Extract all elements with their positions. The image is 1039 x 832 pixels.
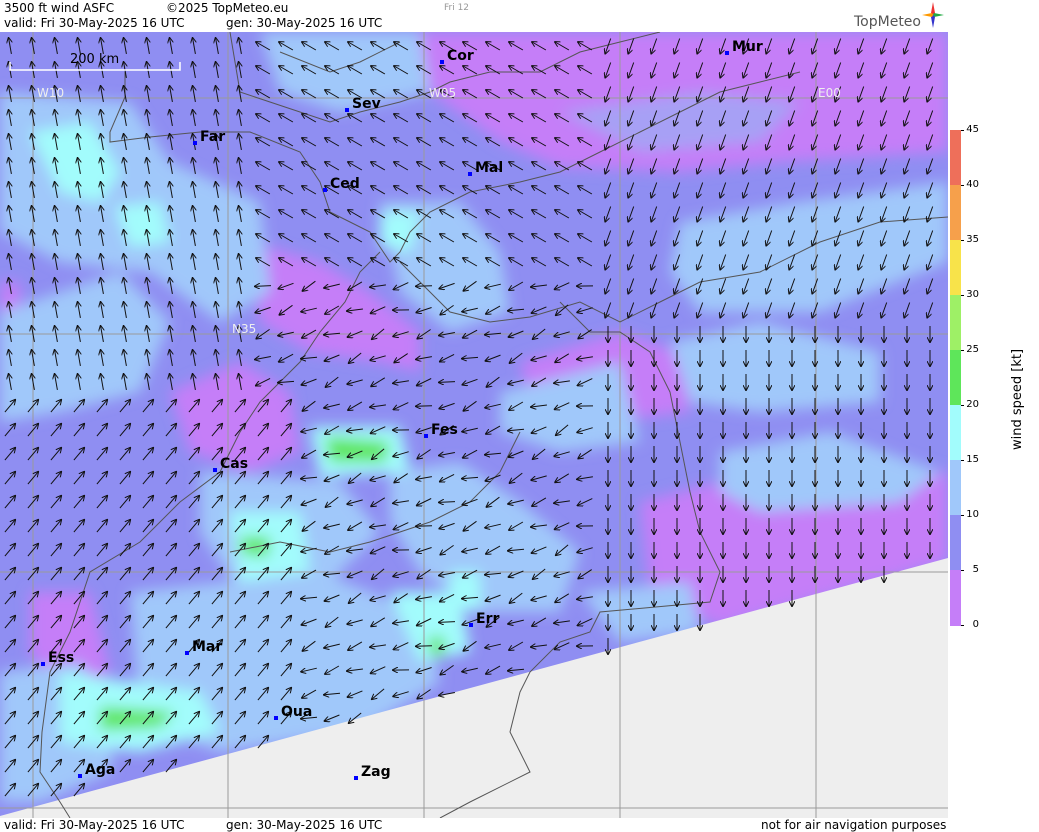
city-marker-mar[interactable]: Mar <box>185 639 222 655</box>
city-marker-ced[interactable]: Ced <box>323 176 360 192</box>
city-marker-cas[interactable]: Cas <box>213 456 248 472</box>
city-marker-mur[interactable]: Mur <box>725 39 763 55</box>
legend-swatch <box>950 240 961 296</box>
city-marker-aga[interactable]: Aga <box>78 762 115 778</box>
legend-swatch <box>950 130 961 186</box>
footer-bar: valid: Fri 30-May-2025 16 UTC gen: 30-Ma… <box>0 818 948 832</box>
legend-tick-label: 20 <box>966 399 979 410</box>
legend-swatch <box>950 185 961 241</box>
wind-arrow <box>416 526 433 527</box>
legend-tick-mark <box>961 405 964 406</box>
legend-tick-mark <box>961 460 964 461</box>
legend-tick-mark <box>961 240 964 241</box>
legend-tick-label: 25 <box>966 344 979 355</box>
legend-tick-label: 0 <box>972 619 979 630</box>
time-tab: Fri 12 <box>444 3 470 13</box>
wind-arrow <box>416 406 433 407</box>
legend-tick-label: 45 <box>966 124 979 135</box>
footer-disclaimer: not for air navigation purposes <box>761 818 947 832</box>
legend-tick-mark <box>961 130 964 131</box>
city-marker-oua[interactable]: Oua <box>274 704 312 720</box>
header-bar: 3500 ft wind ASFC ©2025 TopMeteo.eu Fri … <box>0 0 948 32</box>
legend-tick-label: 5 <box>972 564 979 575</box>
wind-map[interactable] <box>0 32 948 818</box>
city-marker-ess[interactable]: Ess <box>41 650 74 666</box>
gen-time: gen: 30-May-2025 16 UTC <box>226 16 383 30</box>
grid-label-e00: E00 <box>818 86 841 100</box>
legend-tick-mark <box>961 515 964 516</box>
valid-time: valid: Fri 30-May-2025 16 UTC <box>4 16 185 30</box>
grid-label-n35: N35 <box>232 322 257 336</box>
city-marker-cor[interactable]: Cor <box>440 48 474 64</box>
legend-tick-label: 40 <box>966 179 979 190</box>
city-marker-err[interactable]: Err <box>469 611 499 627</box>
city-marker-zag[interactable]: Zag <box>354 764 391 780</box>
wind-speed-legend: 45 40 35 30 25 20 15 10 5 0 wind speed [kt] <box>948 0 1039 832</box>
wind-arrow <box>416 646 433 647</box>
legend-swatch <box>950 350 961 406</box>
city-marker-far[interactable]: Far <box>193 129 225 145</box>
legend-swatch <box>950 515 961 571</box>
legend-swatch <box>950 295 961 351</box>
city-marker-sev[interactable]: Sev <box>345 96 381 112</box>
compass-star-icon <box>922 2 944 28</box>
topmeteo-logo-text: TopMeteo <box>854 14 921 30</box>
legend-tick-mark <box>961 570 964 571</box>
product-title: 3500 ft wind ASFC <box>4 1 115 15</box>
footer-valid-time: valid: Fri 30-May-2025 16 UTC <box>4 818 185 832</box>
legend-tick-label: 35 <box>966 234 979 245</box>
city-marker-fes[interactable]: Fes <box>424 422 458 438</box>
grid-label-w05: W05 <box>429 86 457 100</box>
scale-bar-label: 200 km <box>70 52 120 67</box>
legend-swatch <box>950 405 961 461</box>
legend-tick-mark <box>961 185 964 186</box>
legend-color-bar <box>950 130 961 626</box>
footer-gen-time: gen: 30-May-2025 16 UTC <box>226 818 383 832</box>
legend-tick-label: 30 <box>966 289 979 300</box>
legend-tick-mark <box>961 350 964 351</box>
legend-title: wind speed [kt] <box>1010 348 1025 450</box>
legend-tick-mark <box>961 625 964 626</box>
legend-tick-mark <box>961 295 964 296</box>
copyright-text: ©2025 TopMeteo.eu <box>166 1 289 15</box>
legend-tick-label: 10 <box>966 509 979 520</box>
legend-swatch <box>950 460 961 516</box>
legend-swatch <box>950 570 961 626</box>
wind-arrow <box>416 286 433 287</box>
city-marker-mal[interactable]: Mal <box>468 160 503 176</box>
grid-label-w10: W10 <box>37 86 65 100</box>
legend-tick-label: 15 <box>966 454 979 465</box>
